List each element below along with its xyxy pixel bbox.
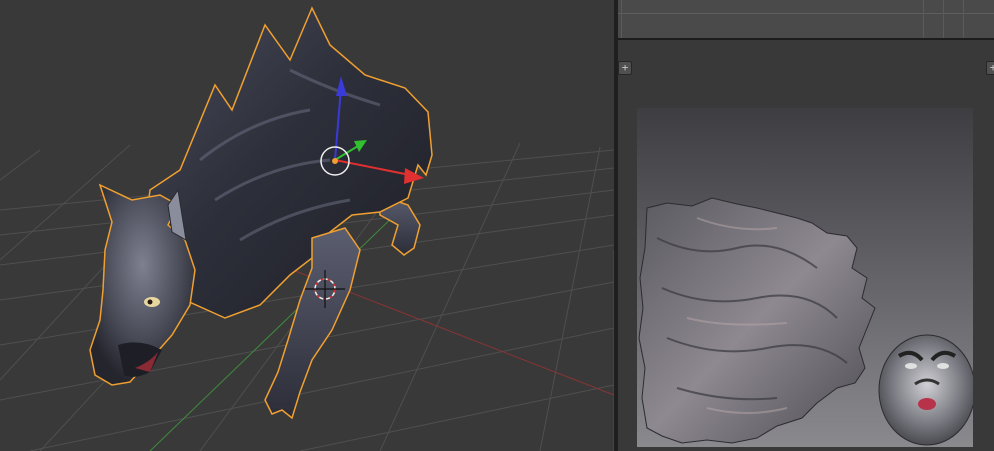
area-corner-plus-icon[interactable]: +: [618, 61, 632, 75]
editor-header: [618, 0, 994, 40]
wolf-eye: [144, 297, 160, 307]
3d-viewport[interactable]: [0, 0, 614, 451]
object-origin: [332, 158, 338, 164]
image-editor[interactable]: + +: [618, 0, 994, 451]
wolf-model[interactable]: [89, 6, 433, 420]
texture-face-island: [878, 334, 973, 446]
wolf-texture-image[interactable]: [637, 108, 973, 447]
area-corner-plus-icon-right[interactable]: +: [986, 61, 994, 75]
viewport-scene[interactable]: [0, 0, 614, 451]
